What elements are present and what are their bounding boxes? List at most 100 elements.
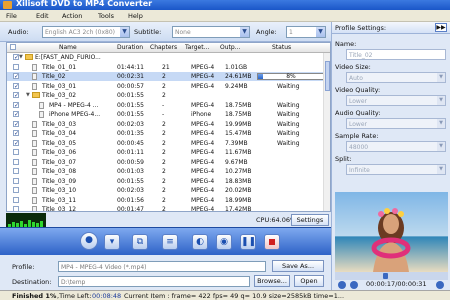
clip-icon[interactable]: ◐ [192,234,208,250]
seek-knob[interactable] [383,273,388,279]
row-checkbox[interactable]: ✓ [13,139,19,146]
angle-select[interactable]: 1 ▼ [286,26,326,38]
audio-select[interactable]: English AC3 2ch (0x80) ▼ [42,26,130,38]
preview-frame [335,192,448,272]
list-scrollbar[interactable] [323,53,330,211]
convert-icon[interactable]: ◉ [216,234,232,250]
table-row[interactable]: ✓ ▼ E:[FAST_AND_FURIO... [7,53,330,62]
table-row[interactable]: ✓ iPhone MPEG-4... 00:01:55 - iPhone 18.75MB W… [7,110,330,119]
table-row[interactable]: ✓ Title_03_01 00:00:57 2 MPEG-4 9.24MB Waiting [7,82,330,91]
file-icon [32,73,37,80]
browse-button[interactable]: Browse... [254,275,290,287]
preview-seek-bar[interactable] [335,272,448,280]
row-target: MPEG-4 [191,63,215,71]
row-output: 17.42MB [225,206,252,212]
row-status: Waiting [277,120,300,128]
preview-timecode: 00:00:17/00:00:31 [366,280,427,288]
list-icon[interactable]: ≡ [162,234,178,250]
row-chapters: 2 [162,196,166,204]
expand-icon[interactable]: ▼ [19,54,23,60]
volume-icon[interactable] [436,281,444,289]
track-toolbar: Audio: English AC3 2ch (0x80) ▼ Subtitle… [0,22,331,42]
profile-select[interactable]: MP4 - MPEG-4 Video (*.mp4) [58,261,266,272]
destination-input[interactable]: D:\temp [58,276,250,287]
row-checkbox[interactable]: ✓ [13,130,19,137]
table-row[interactable]: Title_03_08 00:01:03 2 MPEG-4 10.27MB [7,167,330,176]
row-checkbox[interactable]: ✓ [13,101,19,108]
row-checkbox[interactable] [13,168,19,174]
pause-icon[interactable]: ❚❚ [240,234,256,250]
row-output: 11.67MB [225,149,252,156]
table-row[interactable]: ✓ ▼ Title_03_02 00:01:55 2 [7,91,330,100]
column-name[interactable]: Name [59,44,77,51]
time-left-value: 00:08:48 [92,292,122,300]
row-checkbox[interactable] [13,149,19,155]
table-row[interactable]: ✓ Title_03_05 00:00:45 2 MPEG-4 7.39MB Waiting [7,139,330,148]
table-row[interactable]: ✓ MP4 - MPEG-4 ... 00:01:55 - MPEG-4 18.75MB W… [7,101,330,110]
sample-rate-select[interactable]: 48000 ▼ [346,141,446,152]
subtitle-select[interactable]: None ▼ [172,26,250,38]
row-checkbox[interactable] [13,196,19,203]
video-size-select[interactable]: Auto ▼ [346,72,446,83]
row-output: 18.83MB [225,177,252,185]
save-as-button[interactable]: Save As... [272,260,324,272]
select-all-checkbox[interactable] [10,44,16,50]
row-name: Title_03_02 [42,92,77,99]
copy-icon[interactable]: ⧉ [132,234,148,250]
table-row[interactable]: Title_03_11 00:01:56 2 MPEG-4 18.99MB [7,196,330,205]
row-checkbox[interactable]: ✓ [13,92,19,99]
table-row[interactable]: ✓ Title_03_03 00:02:03 2 MPEG-4 19.99MB Waitin… [7,120,330,129]
row-output: 7.39MB [225,139,248,147]
column-output[interactable]: Outp... [220,44,240,51]
expand-icon[interactable]: ▼ [26,92,30,98]
menu-tools[interactable]: Tools [98,12,114,20]
row-chapters: 2 [162,187,166,194]
table-row[interactable]: Title_03_07 00:00:59 2 MPEG-4 9.67MB [7,158,330,167]
column-target[interactable]: Target... [185,44,209,51]
table-row[interactable]: Title_01_01 01:44:11 21 MPEG-4 1.01GB [7,63,330,72]
column-chapters[interactable]: Chapters [150,44,177,51]
table-row[interactable]: Title_03_10 00:02:03 2 MPEG-4 20.02MB [7,186,330,195]
folder-icon [25,54,33,60]
stop-icon[interactable] [264,234,280,250]
table-row[interactable]: ✓ Title_02 00:02:31 2 MPEG-4 24.61MB 8% [7,72,330,81]
row-checkbox[interactable]: ✓ [13,73,19,80]
open-button[interactable]: Open [294,275,324,287]
column-duration[interactable]: Duration [117,44,143,51]
menu-action[interactable]: Action [62,12,82,20]
video-quality-select[interactable]: Lower ▼ [346,95,446,106]
row-checkbox[interactable] [13,63,19,70]
row-output: 24.61MB [225,73,252,80]
add-file-icon[interactable]: ▾ [104,234,120,250]
split-select[interactable]: Infinite ▼ [346,164,446,175]
row-name: Title_03_03 [42,120,77,128]
chevron-down-icon: ▼ [437,119,445,128]
column-status[interactable]: Status [272,44,291,51]
name-input[interactable]: Title_02 [346,49,446,60]
row-duration: 00:01:55 [117,92,144,99]
menu-edit[interactable]: Edit [36,12,49,20]
load-dvd-icon[interactable]: ● [80,232,98,250]
expand-panel-button[interactable]: ▶▶ [435,23,447,32]
table-row[interactable]: Title_03_12 00:01:47 2 MPEG-4 17.42MB [7,205,330,212]
menu-file[interactable]: File [6,12,17,20]
menu-help[interactable]: Help [128,12,143,20]
audio-quality-select[interactable]: Lower ▼ [346,118,446,129]
scrollbar-thumb[interactable] [325,61,330,91]
row-checkbox[interactable]: ✓ [13,82,19,89]
stop-icon[interactable] [350,281,358,289]
row-checkbox[interactable] [13,187,19,193]
table-row[interactable]: Title_03_06 00:01:11 2 MPEG-4 11.67MB [7,148,330,157]
row-checkbox[interactable] [13,206,19,211]
table-row[interactable]: Title_03_09 00:01:55 2 MPEG-4 18.83MB [7,177,330,186]
table-row[interactable]: ✓ Title_03_04 00:01:35 2 MPEG-4 15.47MB Waitin… [7,129,330,138]
chevron-down-icon: ▼ [437,142,445,151]
audio-label: Audio: [8,28,29,36]
row-checkbox[interactable]: ✓ [13,111,19,118]
row-checkbox[interactable] [13,158,19,165]
row-checkbox[interactable]: ✓ [13,120,19,127]
list-header: Name Duration Chapters Target... Outp...… [7,43,330,53]
settings-button[interactable]: Settings [291,214,329,226]
row-checkbox[interactable] [13,177,19,184]
play-icon[interactable] [338,281,346,289]
